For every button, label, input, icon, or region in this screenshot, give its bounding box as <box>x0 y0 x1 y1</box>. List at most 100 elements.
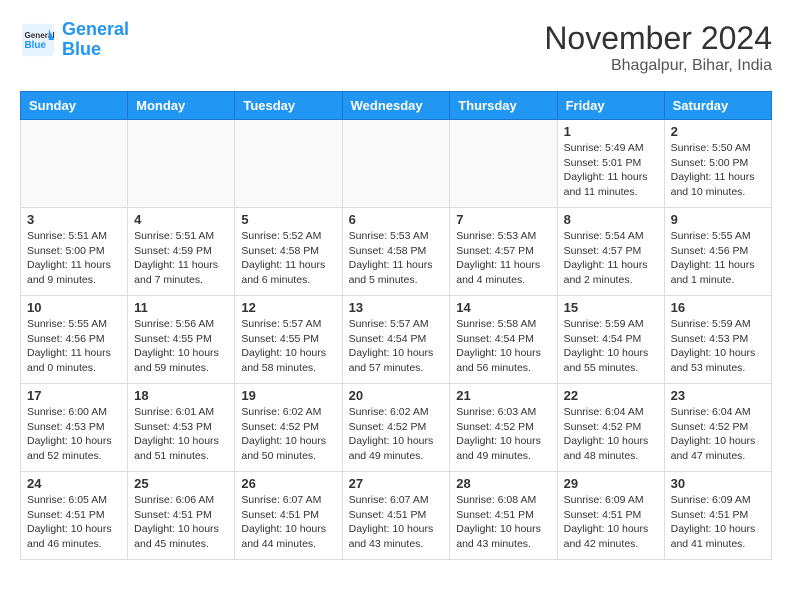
calendar-cell: 6Sunrise: 5:53 AMSunset: 4:58 PMDaylight… <box>342 208 450 296</box>
day-number: 1 <box>564 124 658 139</box>
logo-icon: General Blue <box>20 22 56 58</box>
day-info: Sunrise: 5:52 AMSunset: 4:58 PMDaylight:… <box>241 229 335 288</box>
day-number: 29 <box>564 476 658 491</box>
day-number: 20 <box>349 388 444 403</box>
day-number: 25 <box>134 476 228 491</box>
day-number: 11 <box>134 300 228 315</box>
weekday-header-wednesday: Wednesday <box>342 92 450 120</box>
day-info: Sunrise: 6:02 AMSunset: 4:52 PMDaylight:… <box>241 405 335 464</box>
day-number: 6 <box>349 212 444 227</box>
calendar-cell: 21Sunrise: 6:03 AMSunset: 4:52 PMDayligh… <box>450 384 557 472</box>
day-number: 23 <box>671 388 765 403</box>
day-info: Sunrise: 5:49 AMSunset: 5:01 PMDaylight:… <box>564 141 658 200</box>
month-title: November 2024 <box>544 20 772 57</box>
calendar-cell: 5 Sunrise: 5:52 AMSunset: 4:58 PMDaylight… <box>235 208 342 296</box>
day-info: Sunrise: 6:04 AMSunset: 4:52 PMDaylight:… <box>564 405 658 464</box>
day-info: Sunrise: 5:50 AMSunset: 5:00 PMDaylight:… <box>671 141 765 200</box>
weekday-header-monday: Monday <box>128 92 235 120</box>
calendar-table: SundayMondayTuesdayWednesdayThursdayFrid… <box>20 91 772 560</box>
day-info: Sunrise: 5:59 AMSunset: 4:53 PMDaylight:… <box>671 317 765 376</box>
calendar-cell: 1 Sunrise: 5:49 AMSunset: 5:01 PMDaylight… <box>557 120 664 208</box>
day-number: 22 <box>564 388 658 403</box>
calendar-cell: 10 Sunrise: 5:55 AMSunset: 4:56 PMDayligh… <box>21 296 128 384</box>
calendar-cell <box>450 120 557 208</box>
day-info: Sunrise: 5:55 AMSunset: 4:56 PMDaylight:… <box>671 229 765 288</box>
title-block: November 2024 Bhagalpur, Bihar, India <box>544 20 772 75</box>
day-info: Sunrise: 5:57 AMSunset: 4:54 PMDaylight:… <box>349 317 444 376</box>
calendar-cell: 18 Sunrise: 6:01 AMSunset: 4:53 PMDayligh… <box>128 384 235 472</box>
calendar-cell: 25 Sunrise: 6:06 AMSunset: 4:51 PMDayligh… <box>128 472 235 560</box>
week-row-3: 10 Sunrise: 5:55 AMSunset: 4:56 PMDayligh… <box>21 296 772 384</box>
calendar-cell: 27 Sunrise: 6:07 AMSunset: 4:51 PMDayligh… <box>342 472 450 560</box>
day-number: 18 <box>134 388 228 403</box>
calendar-cell: 24 Sunrise: 6:05 AMSunset: 4:51 PMDayligh… <box>21 472 128 560</box>
day-number: 17 <box>27 388 121 403</box>
day-info: Sunrise: 5:58 AMSunset: 4:54 PMDaylight:… <box>456 317 550 376</box>
day-number: 15 <box>564 300 658 315</box>
calendar-cell: 16 Sunrise: 5:59 AMSunset: 4:53 PMDayligh… <box>664 296 771 384</box>
day-number: 21 <box>456 388 550 403</box>
weekday-header-row: SundayMondayTuesdayWednesdayThursdayFrid… <box>21 92 772 120</box>
logo: General Blue General Blue <box>20 20 129 60</box>
weekday-header-tuesday: Tuesday <box>235 92 342 120</box>
day-info: Sunrise: 6:09 AMSunset: 4:51 PMDaylight:… <box>671 493 765 552</box>
weekday-header-saturday: Saturday <box>664 92 771 120</box>
day-number: 14 <box>456 300 550 315</box>
day-info: Sunrise: 6:06 AMSunset: 4:51 PMDaylight:… <box>134 493 228 552</box>
calendar-cell: 26 Sunrise: 6:07 AMSunset: 4:51 PMDayligh… <box>235 472 342 560</box>
day-info: Sunrise: 6:01 AMSunset: 4:53 PMDaylight:… <box>134 405 228 464</box>
week-row-2: 3Sunrise: 5:51 AMSunset: 5:00 PMDaylight… <box>21 208 772 296</box>
day-number: 28 <box>456 476 550 491</box>
calendar-cell: 17 Sunrise: 6:00 AMSunset: 4:53 PMDayligh… <box>21 384 128 472</box>
day-info: Sunrise: 5:54 AMSunset: 4:57 PMDaylight:… <box>564 229 658 288</box>
weekday-header-thursday: Thursday <box>450 92 557 120</box>
day-info: Sunrise: 6:07 AMSunset: 4:51 PMDaylight:… <box>349 493 444 552</box>
svg-text:Blue: Blue <box>25 40 47 51</box>
calendar-cell <box>235 120 342 208</box>
week-row-4: 17 Sunrise: 6:00 AMSunset: 4:53 PMDayligh… <box>21 384 772 472</box>
calendar-cell <box>342 120 450 208</box>
calendar-cell: 30 Sunrise: 6:09 AMSunset: 4:51 PMDayligh… <box>664 472 771 560</box>
day-number: 16 <box>671 300 765 315</box>
calendar-cell: 23 Sunrise: 6:04 AMSunset: 4:52 PMDayligh… <box>664 384 771 472</box>
day-number: 24 <box>27 476 121 491</box>
day-number: 12 <box>241 300 335 315</box>
day-number: 30 <box>671 476 765 491</box>
day-info: Sunrise: 6:04 AMSunset: 4:52 PMDaylight:… <box>671 405 765 464</box>
calendar-cell: 28 Sunrise: 6:08 AMSunset: 4:51 PMDayligh… <box>450 472 557 560</box>
day-info: Sunrise: 6:00 AMSunset: 4:53 PMDaylight:… <box>27 405 121 464</box>
day-info: Sunrise: 6:02 AMSunset: 4:52 PMDaylight:… <box>349 405 444 464</box>
calendar-cell: 9 Sunrise: 5:55 AMSunset: 4:56 PMDaylight… <box>664 208 771 296</box>
weekday-header-sunday: Sunday <box>21 92 128 120</box>
calendar-cell: 14 Sunrise: 5:58 AMSunset: 4:54 PMDayligh… <box>450 296 557 384</box>
day-info: Sunrise: 5:55 AMSunset: 4:56 PMDaylight:… <box>27 317 121 376</box>
day-info: Sunrise: 5:53 AMSunset: 4:57 PMDaylight:… <box>456 229 550 288</box>
day-info: Sunrise: 6:05 AMSunset: 4:51 PMDaylight:… <box>27 493 121 552</box>
calendar-cell: 13Sunrise: 5:57 AMSunset: 4:54 PMDayligh… <box>342 296 450 384</box>
day-number: 19 <box>241 388 335 403</box>
day-number: 27 <box>349 476 444 491</box>
day-info: Sunrise: 5:51 AMSunset: 5:00 PMDaylight:… <box>27 229 121 288</box>
calendar-cell: 20 Sunrise: 6:02 AMSunset: 4:52 PMDayligh… <box>342 384 450 472</box>
calendar-cell <box>128 120 235 208</box>
day-info: Sunrise: 6:08 AMSunset: 4:51 PMDaylight:… <box>456 493 550 552</box>
day-info: Sunrise: 6:09 AMSunset: 4:51 PMDaylight:… <box>564 493 658 552</box>
day-info: Sunrise: 5:56 AMSunset: 4:55 PMDaylight:… <box>134 317 228 376</box>
day-number: 9 <box>671 212 765 227</box>
day-info: Sunrise: 6:07 AMSunset: 4:51 PMDaylight:… <box>241 493 335 552</box>
calendar-cell: 11 Sunrise: 5:56 AMSunset: 4:55 PMDayligh… <box>128 296 235 384</box>
day-number: 26 <box>241 476 335 491</box>
day-number: 5 <box>241 212 335 227</box>
day-number: 8 <box>564 212 658 227</box>
day-info: Sunrise: 5:51 AMSunset: 4:59 PMDaylight:… <box>134 229 228 288</box>
calendar-cell: 15 Sunrise: 5:59 AMSunset: 4:54 PMDayligh… <box>557 296 664 384</box>
day-info: Sunrise: 5:59 AMSunset: 4:54 PMDaylight:… <box>564 317 658 376</box>
calendar-cell: 8 Sunrise: 5:54 AMSunset: 4:57 PMDaylight… <box>557 208 664 296</box>
day-number: 10 <box>27 300 121 315</box>
calendar-cell: 3Sunrise: 5:51 AMSunset: 5:00 PMDaylight… <box>21 208 128 296</box>
calendar-cell <box>21 120 128 208</box>
day-number: 7 <box>456 212 550 227</box>
calendar-cell: 12Sunrise: 5:57 AMSunset: 4:55 PMDayligh… <box>235 296 342 384</box>
calendar-cell: 22 Sunrise: 6:04 AMSunset: 4:52 PMDayligh… <box>557 384 664 472</box>
location: Bhagalpur, Bihar, India <box>544 57 772 75</box>
